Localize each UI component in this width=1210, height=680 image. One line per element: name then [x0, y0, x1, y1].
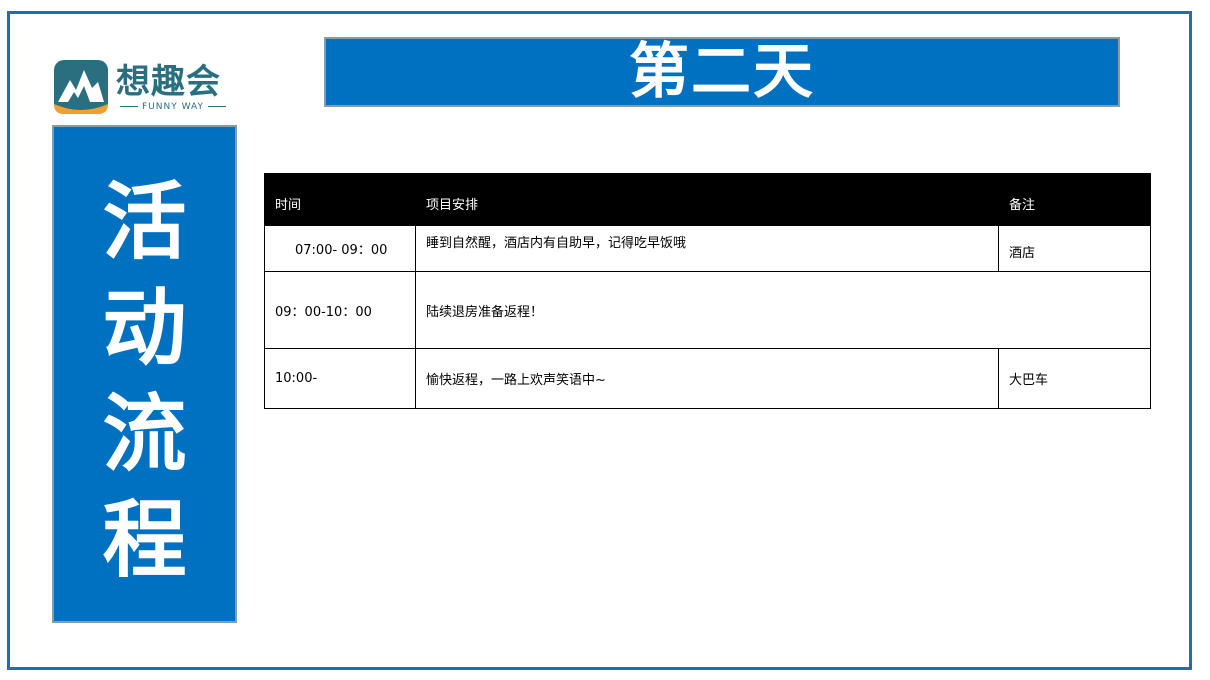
side-label-panel: 活 动 流 程 [52, 125, 237, 623]
side-label-char: 活 [102, 173, 187, 271]
header-note: 备注 [998, 173, 1151, 226]
logo-english-name: FUNNY WAY [116, 102, 228, 112]
side-label-char: 动 [102, 279, 187, 377]
side-label-char: 程 [102, 491, 187, 589]
title-banner: 第二天 [324, 37, 1120, 107]
cell-task: 愉快返程，一路上欢声笑语中~ [415, 348, 999, 409]
table-row: 07:00- 09：00 睡到自然醒，酒店内有自助早，记得吃早饭哦 酒店 [264, 225, 1151, 272]
cell-task: 睡到自然醒，酒店内有自助早，记得吃早饭哦 [415, 225, 999, 272]
side-label-char: 流 [102, 385, 187, 483]
cell-note: 大巴车 [998, 348, 1151, 409]
logo-chinese-name: 想趣会 [116, 62, 221, 102]
logo: 想趣会 FUNNY WAY [54, 60, 234, 118]
schedule-table: 时间 项目安排 备注 07:00- 09：00 睡到自然醒，酒店内有自助早，记得… [264, 173, 1151, 409]
table-header-row: 时间 项目安排 备注 [264, 173, 1151, 226]
cell-time: 09：00-10：00 [264, 271, 416, 349]
header-task: 项目安排 [415, 173, 999, 226]
cell-note: 酒店 [998, 225, 1151, 272]
mountain-logo-icon [54, 60, 108, 114]
table-row: 09：00-10：00 陆续退房准备返程！ [264, 271, 1151, 349]
table-row: 10:00- 愉快返程，一路上欢声笑语中~ 大巴车 [264, 348, 1151, 409]
header-time: 时间 [264, 173, 416, 226]
cell-note [998, 271, 1151, 349]
page-title: 第二天 [629, 37, 815, 107]
cell-time: 07:00- 09：00 [264, 225, 416, 272]
cell-task: 陆续退房准备返程！ [415, 271, 999, 349]
cell-time: 10:00- [264, 348, 416, 409]
